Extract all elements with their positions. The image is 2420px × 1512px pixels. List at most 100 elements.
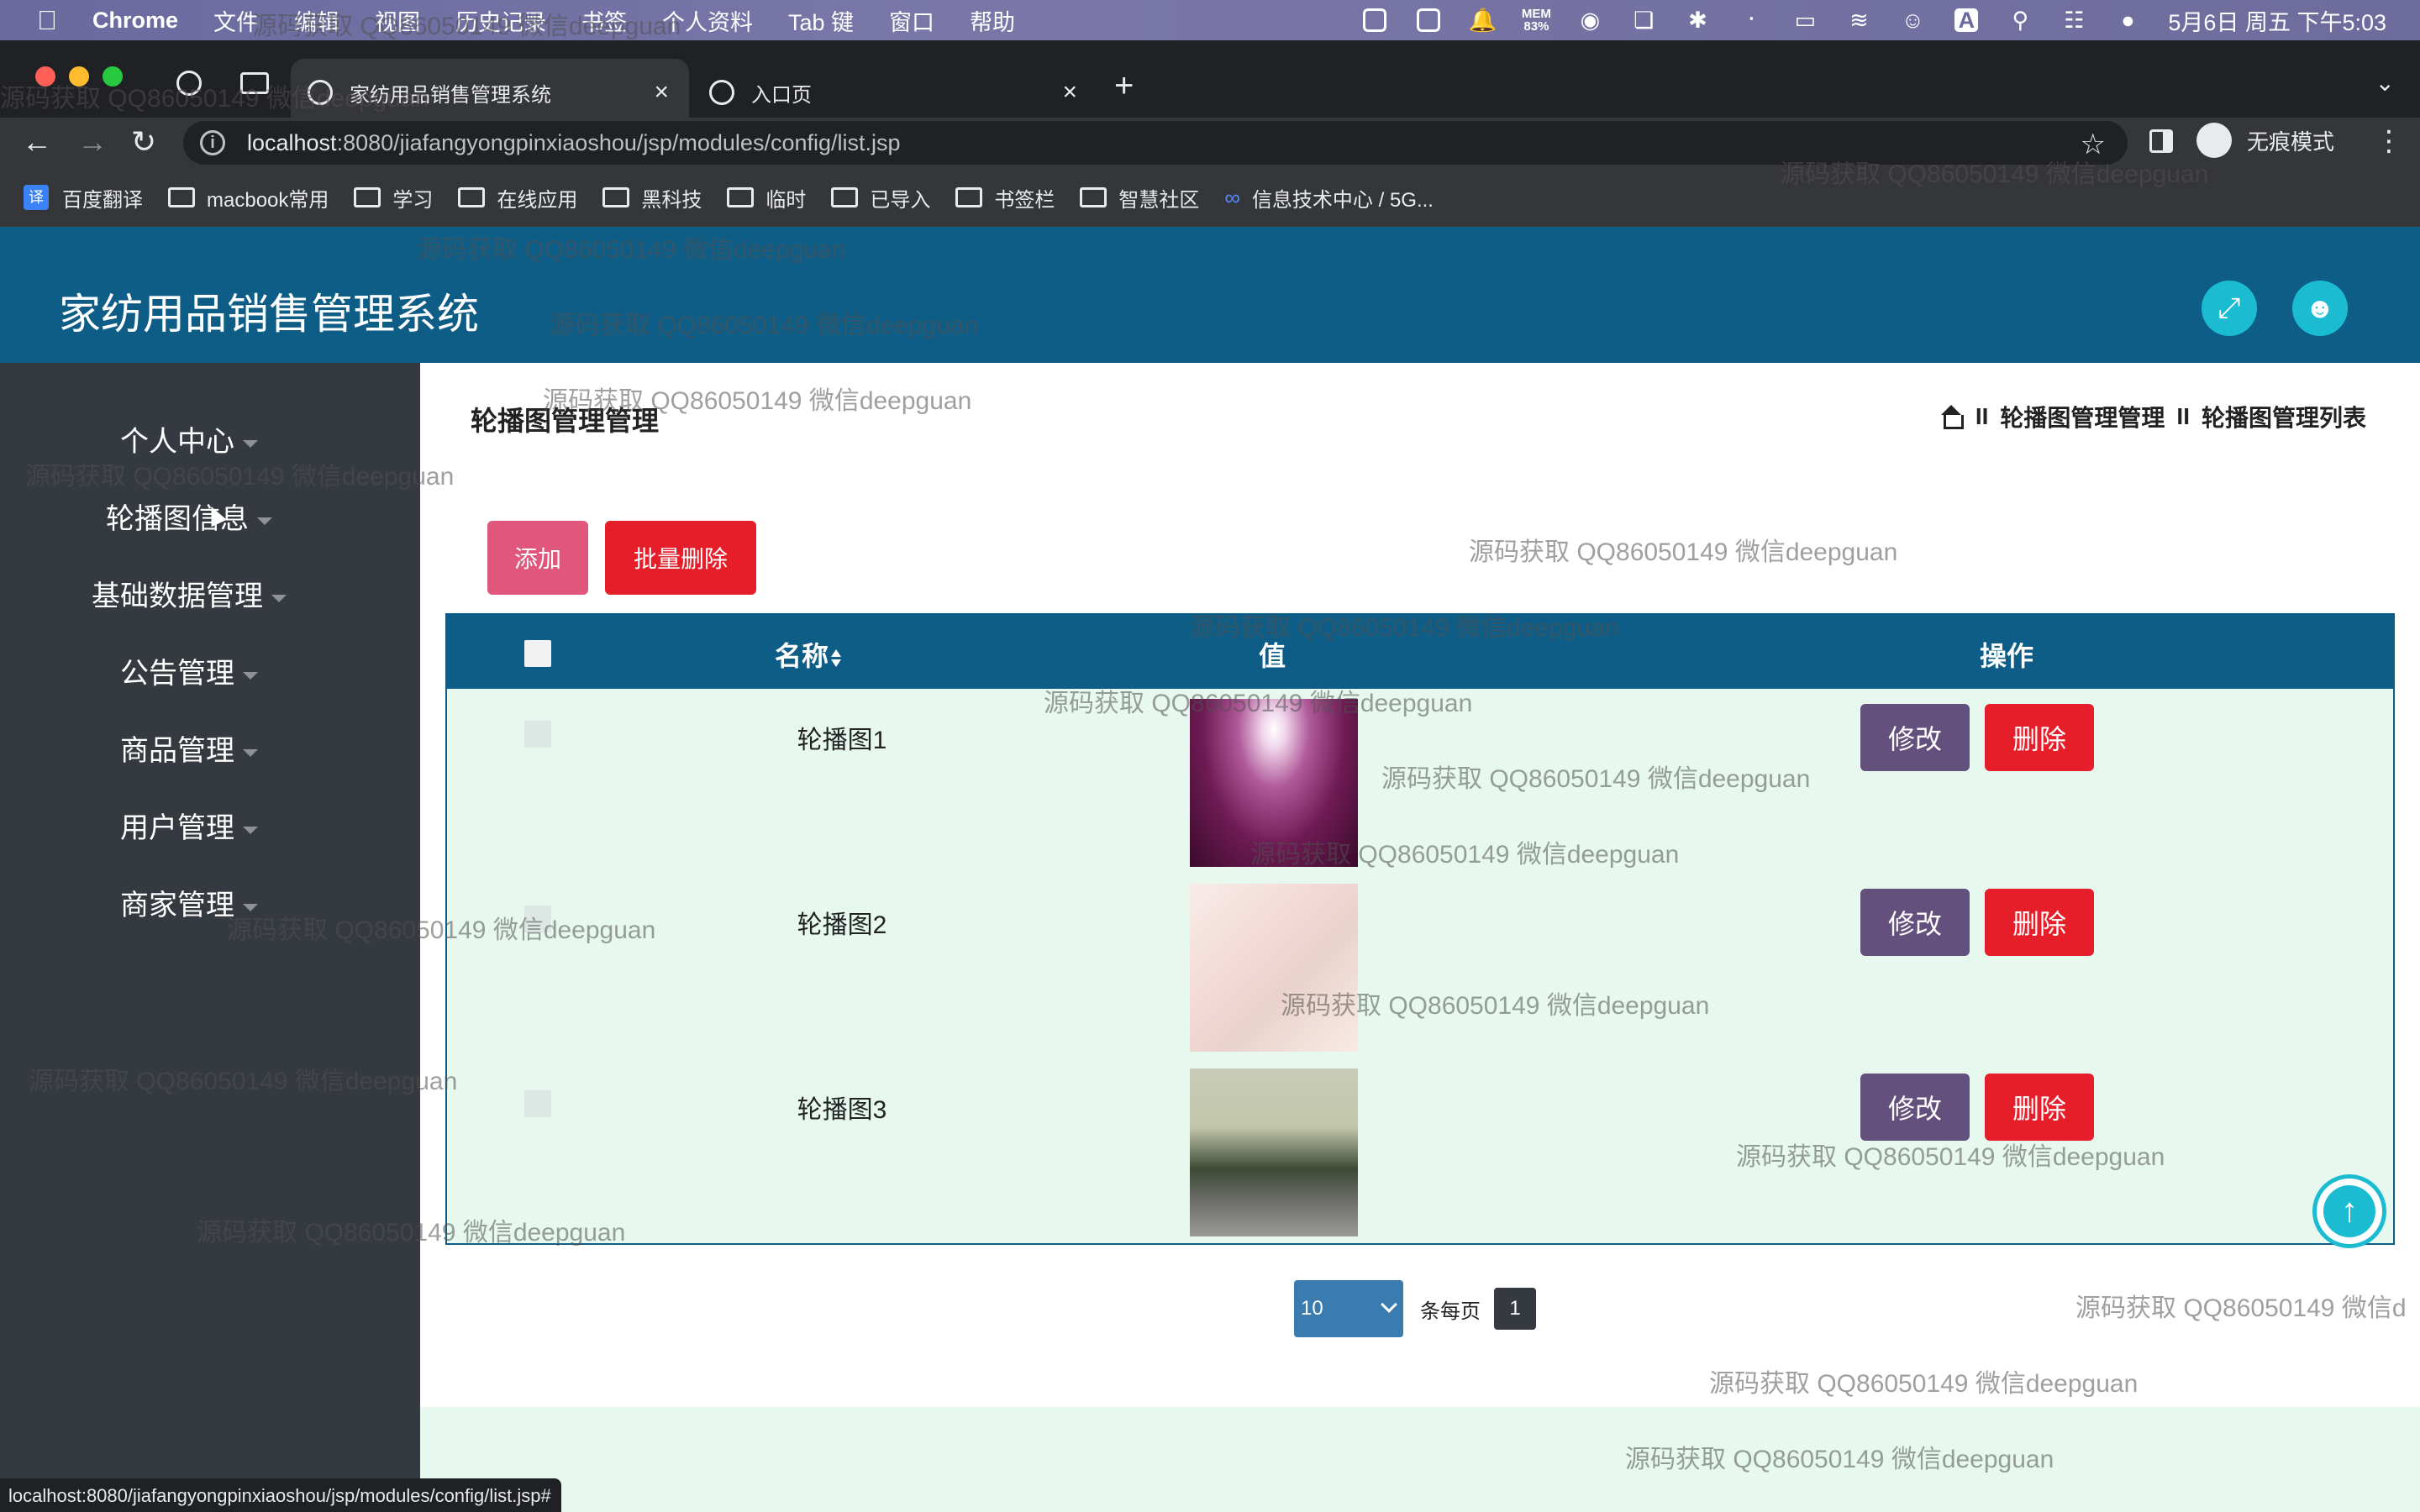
sidebar-item-label: 基础数据管理: [92, 580, 263, 612]
page-size-value: 10: [1301, 1297, 1323, 1320]
menu-edit[interactable]: 编辑: [294, 4, 339, 37]
input-method-icon[interactable]: A: [1953, 7, 1980, 34]
delete-button[interactable]: 删除: [1985, 704, 2094, 771]
forward-icon[interactable]: →: [77, 124, 108, 160]
baidu-translate-icon: 译: [24, 185, 49, 210]
page-size-select[interactable]: 10: [1294, 1280, 1403, 1337]
site-info-icon[interactable]: i: [200, 130, 225, 155]
sidebar-item-label: 商家管理: [120, 890, 234, 921]
folder-icon: [1080, 187, 1107, 207]
menu-history[interactable]: 历史记录: [455, 4, 546, 37]
bookmark-folder[interactable]: 书签栏: [955, 183, 1055, 213]
stop-icon[interactable]: [1361, 7, 1388, 34]
bookmark-folder[interactable]: 在线应用: [458, 183, 577, 213]
row-checkbox[interactable]: [524, 1090, 551, 1117]
browser-toolbar: ← → ↻ i localhost:8080/jiafangyongpinxia…: [0, 118, 2420, 168]
bluetooth-icon[interactable]: ᛫: [1738, 7, 1765, 34]
menu-bookmarks[interactable]: 书签: [581, 4, 627, 37]
menu-help[interactable]: 帮助: [970, 4, 1015, 37]
add-button[interactable]: 添加: [487, 521, 588, 595]
user-avatar-icon[interactable]: ☻: [2292, 281, 2348, 336]
breadcrumb-item[interactable]: 轮播图管理管理: [2000, 400, 2165, 433]
minimize-window-icon[interactable]: [69, 66, 89, 87]
tab-search-chevron-icon[interactable]: ⌄: [2375, 69, 2395, 97]
incognito-profile[interactable]: 无痕模式: [2196, 123, 2334, 158]
delete-button[interactable]: 删除: [1985, 1074, 2094, 1141]
chevron-down-icon: [1381, 1296, 1397, 1313]
tab-active[interactable]: 家纺用品销售管理系统 ×: [291, 59, 689, 126]
edit-button[interactable]: 修改: [1860, 704, 1970, 771]
menu-tab[interactable]: Tab 键: [788, 4, 854, 37]
address-bar[interactable]: i localhost:8080/jiafangyongpinxiaoshou/…: [183, 121, 2128, 165]
bulk-delete-button[interactable]: 批量删除: [605, 521, 756, 595]
back-icon[interactable]: ←: [22, 124, 52, 160]
pinned-tab-chart-icon[interactable]: [240, 72, 269, 94]
tab-close-icon[interactable]: ×: [654, 78, 669, 107]
sidebar-item-basic-data[interactable]: 基础数据管理: [0, 573, 378, 614]
bookmark-label: 学习: [392, 188, 434, 212]
edit-button[interactable]: 修改: [1860, 1074, 1970, 1141]
zoom-window-icon[interactable]: [103, 66, 123, 87]
back-to-top-button[interactable]: ↑: [2312, 1174, 2386, 1248]
network-icon[interactable]: ✱: [1684, 7, 1711, 34]
mem-icon[interactable]: MEM 83%: [1522, 7, 1551, 34]
control-center-icon[interactable]: ☷: [2060, 7, 2087, 34]
bookmark-item[interactable]: ∞ 信息技术中心 / 5G...: [1224, 183, 1434, 213]
browser-tabstrip: 家纺用品销售管理系统 × 入口页 × + ⌄: [0, 40, 2420, 126]
menu-app-name[interactable]: Chrome: [92, 8, 178, 34]
1password-icon[interactable]: ◉: [1576, 7, 1603, 34]
menu-file[interactable]: 文件: [213, 4, 259, 37]
column-header-name[interactable]: 名称: [775, 635, 842, 674]
sidebar-item-goods[interactable]: 商品管理: [0, 727, 378, 769]
siri-icon[interactable]: ●: [2114, 7, 2141, 34]
new-tab-icon[interactable]: +: [1114, 67, 1134, 105]
folder-icon: [727, 187, 755, 207]
menu-window[interactable]: 窗口: [889, 4, 934, 37]
bookmark-folder[interactable]: 已导入: [831, 183, 930, 213]
user-icon[interactable]: ☺: [1899, 7, 1926, 34]
tab-inactive[interactable]: 入口页 ×: [699, 59, 1097, 126]
sort-icon[interactable]: [830, 648, 842, 668]
tab-close-icon[interactable]: ×: [1062, 78, 1077, 107]
sidebar-item-merchants[interactable]: 商家管理: [0, 882, 378, 923]
bookmark-item[interactable]: 译 百度翻译: [24, 183, 143, 213]
close-window-icon[interactable]: [35, 66, 55, 87]
sidebar-item-users[interactable]: 用户管理: [0, 805, 378, 846]
fullscreen-icon[interactable]: ⤢: [2202, 281, 2257, 336]
apple-icon[interactable]: : [37, 7, 62, 34]
sidebar-item-personal-center[interactable]: 个人中心: [0, 418, 378, 459]
bookmark-label: 书签栏: [994, 188, 1055, 212]
reload-icon[interactable]: ↻: [131, 124, 156, 160]
bookmark-folder[interactable]: 学习: [354, 183, 433, 213]
search-icon[interactable]: ⚲: [2007, 7, 2033, 34]
side-panel-icon[interactable]: [2149, 129, 2173, 153]
home-icon[interactable]: [1939, 405, 1964, 429]
bookmark-star-icon[interactable]: ☆: [2081, 128, 2106, 161]
row-checkbox[interactable]: [524, 906, 551, 932]
page-number-button[interactable]: 1: [1494, 1288, 1536, 1330]
edit-button[interactable]: 修改: [1860, 889, 1970, 956]
word-icon[interactable]: [1415, 7, 1442, 34]
battery-icon[interactable]: ▭: [1791, 7, 1818, 34]
row-checkbox[interactable]: [524, 721, 551, 748]
bookmark-folder[interactable]: 智慧社区: [1080, 183, 1199, 213]
pinned-tab-globe-icon[interactable]: [176, 71, 202, 96]
sidebar-item-notice[interactable]: 公告管理: [0, 650, 378, 691]
wifi-icon[interactable]: ≋: [1845, 7, 1872, 34]
pagination: 10 条每页 1: [1294, 1280, 1536, 1337]
menu-view[interactable]: 视图: [375, 4, 420, 37]
screen-icon[interactable]: ❏: [1630, 7, 1657, 34]
menubar-clock[interactable]: 5月6日 周五 下午5:03: [2168, 4, 2386, 37]
sidebar-item-carousel[interactable]: 轮播图信息: [0, 496, 378, 537]
bookmark-folder[interactable]: 黑科技: [602, 183, 702, 213]
bookmark-folder[interactable]: 临时: [727, 183, 806, 213]
bookmark-folder[interactable]: macbook常用: [168, 183, 329, 213]
menu-profile[interactable]: 个人资料: [662, 4, 753, 37]
status-bar-url: localhost:8080/jiafangyongpinxiaoshou/js…: [0, 1478, 561, 1512]
delete-button[interactable]: 删除: [1985, 889, 2094, 956]
bell-icon[interactable]: 🔔: [1469, 7, 1497, 34]
address-url: localhost:8080/jiafangyongpinxiaoshou/js…: [247, 130, 901, 156]
table-row: 轮播图2 修改 删除: [447, 874, 2393, 1058]
select-all-checkbox[interactable]: [524, 640, 551, 667]
more-menu-icon[interactable]: ⋮: [2375, 124, 2403, 158]
